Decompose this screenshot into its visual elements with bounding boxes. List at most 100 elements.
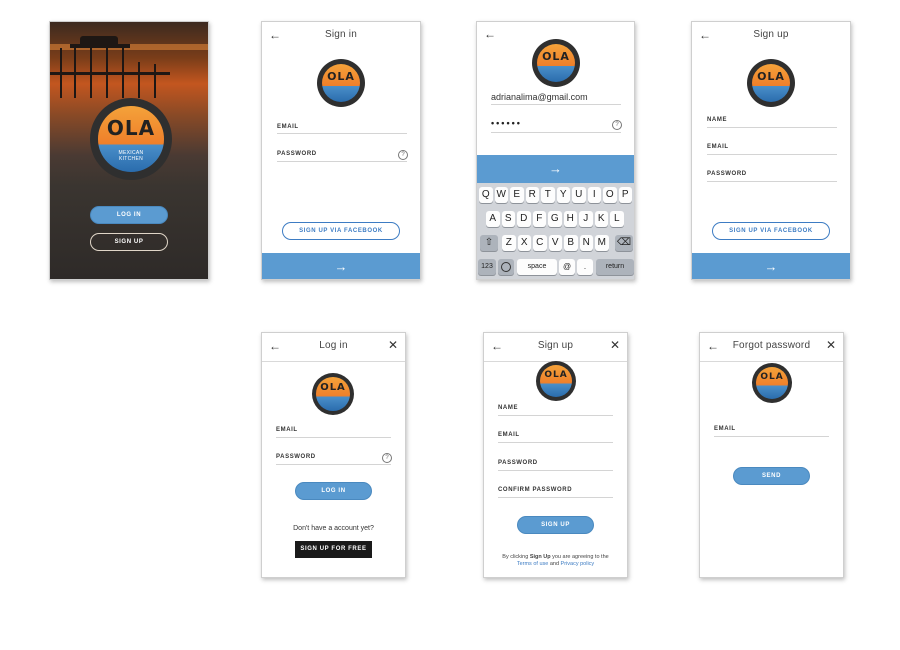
password-field[interactable] [276, 464, 391, 465]
email-field[interactable] [277, 133, 407, 134]
signup-button[interactable]: SIGN UP [90, 233, 168, 251]
privacy-policy-link[interactable]: Privacy policy [561, 561, 595, 567]
logo-wordmark: OLA [327, 69, 355, 83]
key-h[interactable]: H [563, 211, 577, 227]
key-d[interactable]: D [517, 211, 531, 227]
confirm-password-field[interactable] [498, 497, 613, 498]
terms-of-use-link[interactable]: Terms of use [517, 561, 548, 567]
key-v[interactable]: V [548, 235, 562, 251]
key-x[interactable]: X [517, 235, 531, 251]
submit-arrow-button[interactable]: → [262, 253, 420, 279]
key-j[interactable]: J [579, 211, 593, 227]
key-i[interactable]: I [587, 187, 601, 203]
email-field-label: EMAIL [277, 124, 299, 130]
name-field-label: NAME [707, 117, 728, 123]
at-key[interactable]: @ [559, 259, 575, 275]
no-account-text: Don't have a account yet? [293, 525, 374, 532]
login-button[interactable]: LOG IN [295, 482, 372, 500]
forgot-password-screen: ← Forgot password ✕ OLA EMAIL SEND [699, 332, 844, 578]
help-icon[interactable]: ? [612, 120, 622, 130]
key-e[interactable]: E [510, 187, 524, 203]
help-icon[interactable]: ? [382, 453, 392, 463]
header: ← Sign up [692, 22, 850, 50]
password-input[interactable]: •••••• [491, 118, 522, 128]
header: ← Sign in [262, 22, 420, 50]
password-field[interactable] [707, 181, 837, 182]
header: ← Sign up ✕ [484, 333, 627, 362]
password-field[interactable] [498, 470, 613, 471]
signin-filled-screen: ← OL A adrianalima@gmail.com •••••• ? → Q… [476, 21, 635, 280]
login-button[interactable]: LOG IN [90, 206, 168, 224]
splash-screen: OLA MEXICAN KITCHEN LOG IN SIGN UP [49, 21, 209, 280]
email-field[interactable] [276, 437, 391, 438]
ola-logo: OLA [747, 59, 795, 107]
page-title: Sign up [537, 340, 574, 351]
globe-key[interactable] [498, 259, 514, 275]
ola-logo: OLA MEXICAN KITCHEN [90, 98, 172, 180]
email-field[interactable] [714, 436, 829, 437]
signin-screen: ← Sign in OLA EMAIL PASSWORD ? SIGN UP V… [261, 21, 421, 280]
signup-button[interactable]: SIGN UP [517, 516, 594, 534]
logo-wordmark: OLA [757, 69, 785, 83]
email-underline [491, 104, 621, 105]
ola-logo: OLA [317, 59, 365, 107]
terms-text: By clicking Sign Up you are agreeing to … [484, 554, 627, 568]
facebook-signup-button[interactable]: SIGN UP VIA FACEBOOK [712, 222, 830, 240]
ola-logo: OLA [312, 373, 354, 415]
key-y[interactable]: Y [556, 187, 570, 203]
key-l[interactable]: L [610, 211, 624, 227]
backspace-key[interactable]: ⌫ [615, 235, 633, 251]
dot-key[interactable]: . [577, 259, 593, 275]
key-q[interactable]: Q [479, 187, 493, 203]
help-icon[interactable]: ? [398, 150, 408, 160]
key-t[interactable]: T [541, 187, 555, 203]
logo-wordmark: OLA [320, 382, 346, 394]
key-p[interactable]: P [618, 187, 632, 203]
space-key[interactable]: space [517, 259, 557, 275]
key-w[interactable]: W [494, 187, 508, 203]
logo-wordmark: OLA [544, 369, 568, 380]
key-c[interactable]: C [533, 235, 547, 251]
key-m[interactable]: M [595, 235, 609, 251]
name-field[interactable] [498, 415, 613, 416]
email-field[interactable] [707, 154, 837, 155]
email-field[interactable] [498, 442, 613, 443]
key-b[interactable]: B [564, 235, 578, 251]
close-icon[interactable]: ✕ [610, 338, 620, 352]
key-f[interactable]: F [532, 211, 546, 227]
key-s[interactable]: S [501, 211, 515, 227]
submit-arrow-button[interactable]: → [477, 155, 634, 183]
email-input[interactable]: adrianalima@gmail.com [491, 92, 588, 102]
key-a[interactable]: A [486, 211, 500, 227]
forward-arrow-icon: → [334, 259, 348, 274]
shift-key[interactable]: ⇧ [480, 235, 498, 251]
password-field-label: PASSWORD [707, 171, 747, 177]
password-field[interactable] [277, 161, 407, 162]
key-o[interactable]: O [603, 187, 617, 203]
return-key[interactable]: return [596, 259, 634, 275]
submit-arrow-button[interactable]: → [692, 253, 850, 279]
close-icon[interactable]: ✕ [826, 338, 836, 352]
key-r[interactable]: R [525, 187, 539, 203]
key-z[interactable]: Z [502, 235, 516, 251]
facebook-signup-button[interactable]: SIGN UP VIA FACEBOOK [282, 222, 400, 240]
numbers-key[interactable]: 123 [478, 259, 496, 275]
key-g[interactable]: G [548, 211, 562, 227]
name-field-label: NAME [498, 405, 519, 411]
login-screen: ← Log in ✕ OLA EMAIL PASSWORD ? LOG IN D… [261, 332, 406, 578]
back-arrow-icon[interactable]: ← [484, 27, 496, 41]
key-n[interactable]: N [579, 235, 593, 251]
keyboard: QWERTYUIOP ASDFGHJKL ZXCVBNM ⇧ ⌫ 123 space… [477, 183, 634, 279]
email-field-label: EMAIL [707, 144, 729, 150]
send-button[interactable]: SEND [733, 467, 810, 485]
name-field[interactable] [707, 127, 837, 128]
close-icon[interactable]: ✕ [388, 338, 398, 352]
key-u[interactable]: U [572, 187, 586, 203]
key-k[interactable]: K [594, 211, 608, 227]
terms-bold: Sign Up [529, 554, 551, 560]
confirm-password-field-label: CONFIRM PASSWORD [498, 487, 573, 493]
ola-logo: OLA [536, 361, 576, 401]
header: ← Log in ✕ [262, 333, 405, 362]
signup-screen: ← Sign up OLA NAME EMAIL PASSWORD SIGN U… [691, 21, 851, 280]
signup-free-button[interactable]: SIGN UP FOR FREE [295, 541, 372, 558]
